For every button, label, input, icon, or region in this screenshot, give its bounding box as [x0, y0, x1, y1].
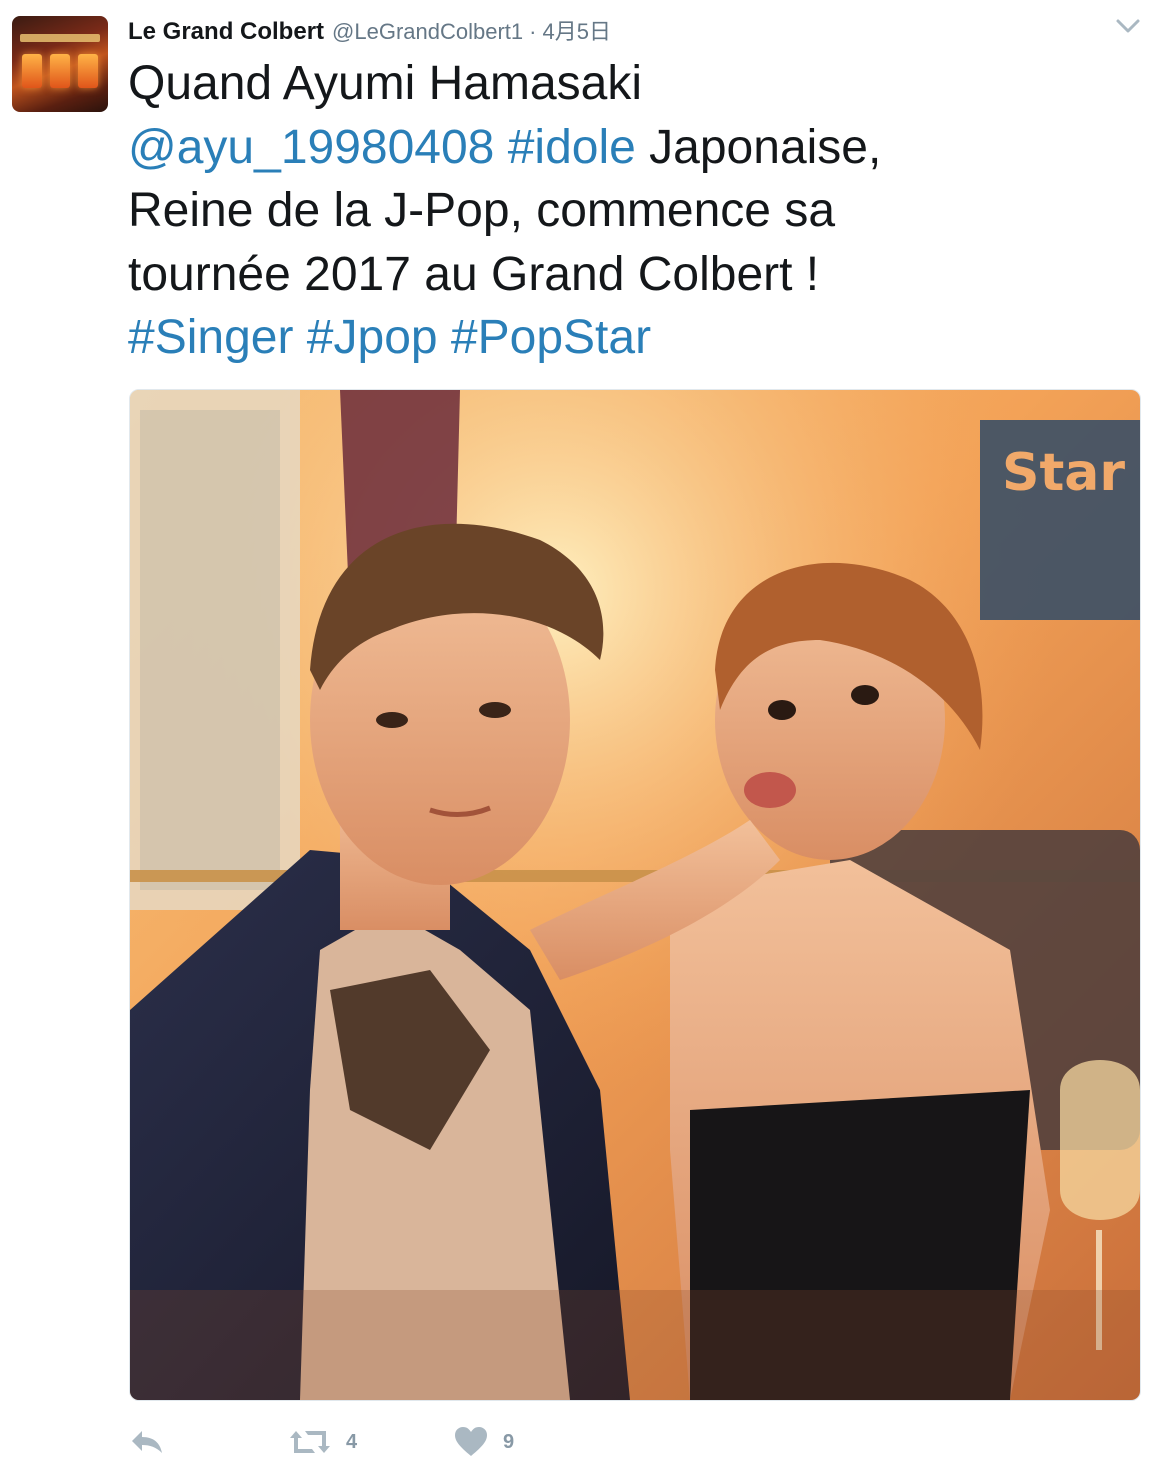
- user-handle[interactable]: @LeGrandColbert1: [332, 19, 523, 45]
- tweet-text-segment: Quand Ayumi Hamasaki: [128, 57, 643, 110]
- tweet-actions: 4 9: [128, 1422, 728, 1462]
- reply-button[interactable]: [128, 1422, 166, 1462]
- tweet-photo[interactable]: Star: [129, 389, 1141, 1401]
- tweet-date[interactable]: 4月5日: [542, 14, 610, 46]
- display-name[interactable]: Le Grand Colbert: [128, 18, 324, 46]
- mention-link[interactable]: @ayu_19980408: [128, 121, 494, 174]
- heart-icon: [453, 1426, 489, 1458]
- hashtag-link[interactable]: #Jpop: [307, 311, 438, 364]
- hashtag-link[interactable]: #Singer: [128, 311, 293, 364]
- like-button[interactable]: 9: [453, 1422, 514, 1462]
- reply-icon: [128, 1427, 166, 1457]
- retweet-button[interactable]: 4: [288, 1422, 357, 1462]
- hashtag-link[interactable]: #PopStar: [451, 311, 651, 364]
- tweet-text-line: tournée 2017 au Grand Colbert !: [128, 243, 1128, 307]
- avatar-window-decoration: [50, 54, 70, 88]
- avatar[interactable]: [12, 16, 108, 112]
- avatar-sign-decoration: [20, 34, 100, 42]
- separator-dot: ·: [529, 19, 537, 44]
- tweet-text: Quand Ayumi Hamasaki @ayu_19980408 #idol…: [128, 52, 1128, 370]
- retweet-count: 4: [346, 1430, 358, 1453]
- avatar-window-decoration: [22, 54, 42, 88]
- tweet-text-segment: Japonaise,: [635, 120, 882, 174]
- photo-illustration: Star: [130, 390, 1140, 1400]
- photo-sign-text: Star: [1002, 443, 1125, 503]
- tweet-text-line: @ayu_19980408 #idole Japonaise,: [128, 116, 1128, 180]
- hashtag-link[interactable]: #idole: [508, 121, 636, 174]
- tweet-text-segment: Reine de la J-Pop, commence sa: [128, 184, 836, 237]
- chevron-down-icon[interactable]: [1114, 14, 1142, 38]
- tweet-text-line: Reine de la J-Pop, commence sa: [128, 179, 1128, 243]
- tweet-text-line: Quand Ayumi Hamasaki: [128, 52, 1128, 116]
- like-count: 9: [503, 1430, 515, 1453]
- tweet-text-segment: tournée 2017 au Grand Colbert !: [128, 247, 820, 301]
- retweet-icon: [288, 1427, 332, 1457]
- tweet-header: Le Grand Colbert @LeGrandColbert1 · 4月5日: [128, 14, 611, 46]
- avatar-window-decoration: [78, 54, 98, 88]
- tweet-text-line: #Singer #Jpop #PopStar: [128, 306, 1128, 370]
